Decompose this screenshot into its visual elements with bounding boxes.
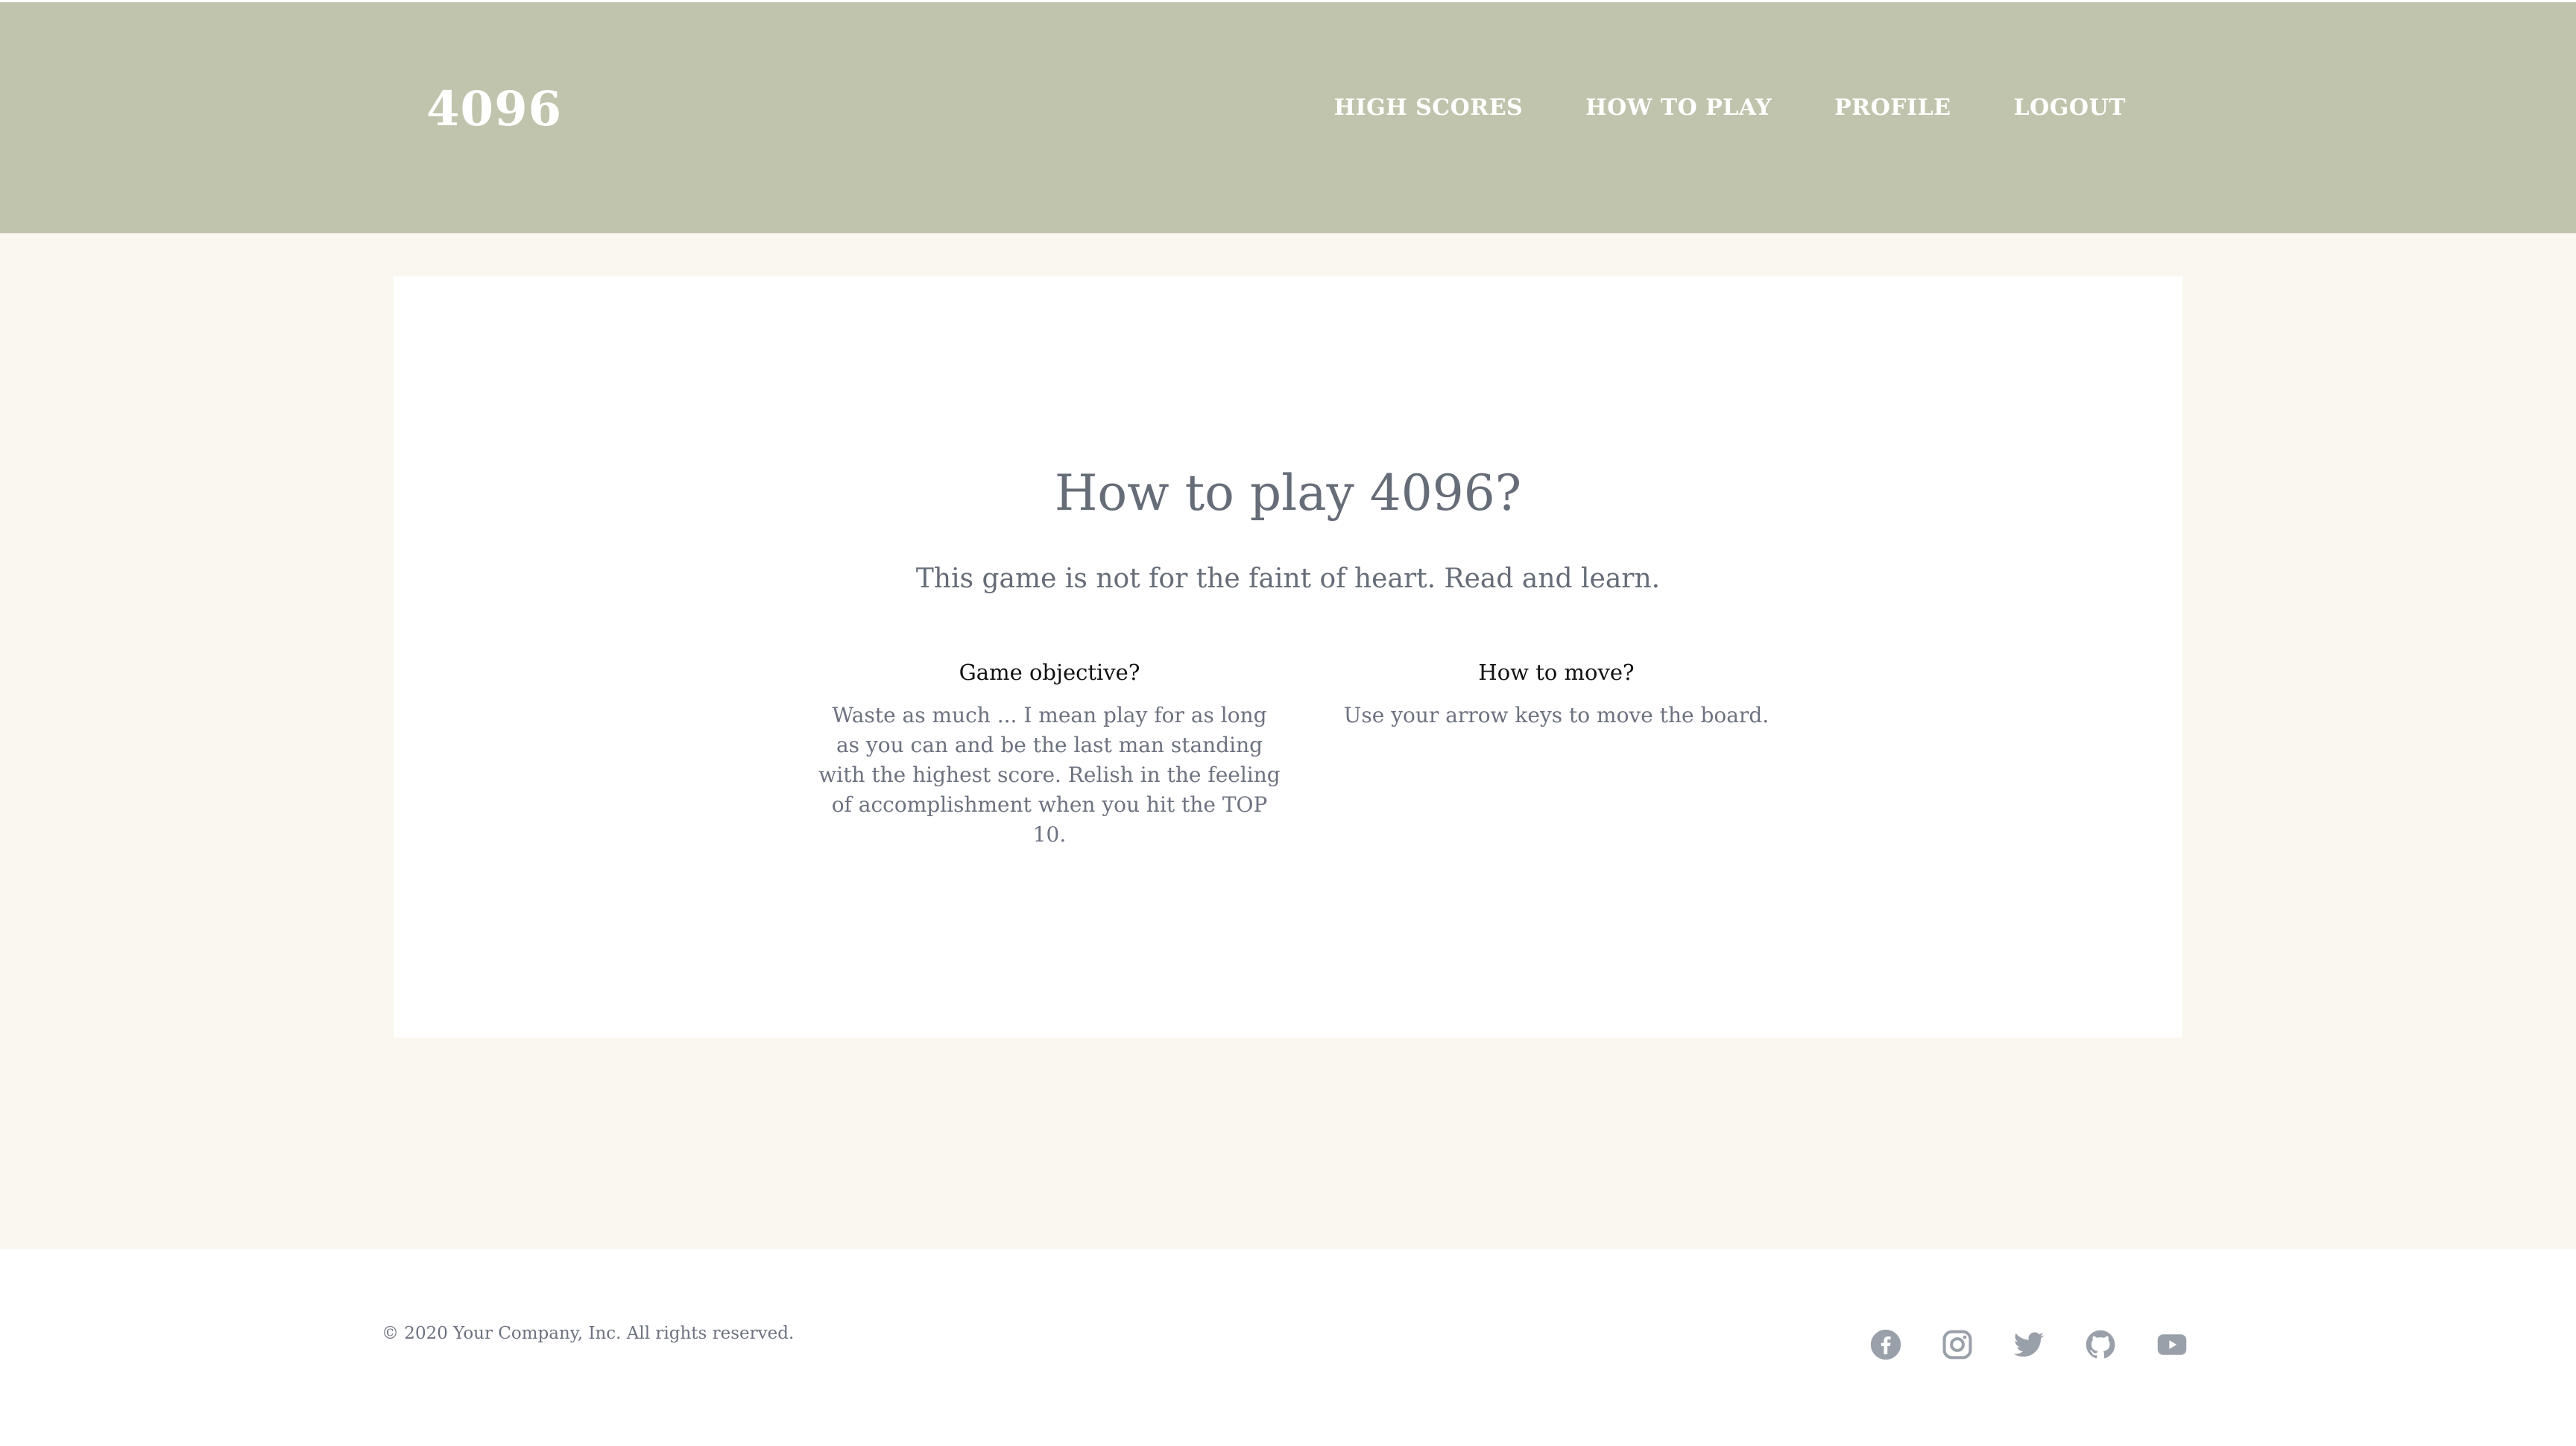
github-icon[interactable] bbox=[2084, 1328, 2117, 1361]
section-game-objective: Game objective? Waste as much ... I mean… bbox=[818, 657, 1281, 850]
content-card: How to play 4096? This game is not for t… bbox=[394, 276, 2182, 1038]
nav-logout[interactable]: LOGOUT bbox=[2014, 95, 2126, 121]
nav-profile[interactable]: PROFILE bbox=[1834, 95, 1951, 121]
section-how-to-move: How to move? Use your arrow keys to move… bbox=[1333, 657, 1780, 730]
social-links bbox=[1869, 1328, 2188, 1361]
page-subtitle: This game is not for the faint of heart.… bbox=[915, 563, 1661, 594]
youtube-icon[interactable] bbox=[2156, 1328, 2188, 1361]
section-body: Use your arrow keys to move the board. bbox=[1343, 703, 1770, 727]
facebook-icon[interactable] bbox=[1869, 1328, 1902, 1361]
page-title: How to play 4096? bbox=[1054, 464, 1522, 522]
brand-logo[interactable]: 4096 bbox=[426, 86, 562, 133]
main-nav: HIGH SCORES HOW TO PLAY PROFILE LOGOUT bbox=[1334, 95, 2126, 121]
section-heading: How to move? bbox=[1478, 660, 1635, 685]
section-heading: Game objective? bbox=[959, 660, 1140, 685]
nav-how-to-play[interactable]: HOW TO PLAY bbox=[1585, 95, 1772, 121]
twitter-icon[interactable] bbox=[2012, 1328, 2045, 1361]
copyright-text: © 2020 Your Company, Inc. All rights res… bbox=[382, 1324, 795, 1343]
site-footer: © 2020 Your Company, Inc. All rights res… bbox=[0, 1249, 2576, 1446]
instagram-icon[interactable] bbox=[1941, 1328, 1974, 1361]
nav-high-scores[interactable]: HIGH SCORES bbox=[1334, 95, 1523, 121]
site-header: 4096 HIGH SCORES HOW TO PLAY PROFILE LOG… bbox=[0, 2, 2576, 233]
section-body: Waste as much ... I mean play for as lon… bbox=[818, 703, 1281, 847]
